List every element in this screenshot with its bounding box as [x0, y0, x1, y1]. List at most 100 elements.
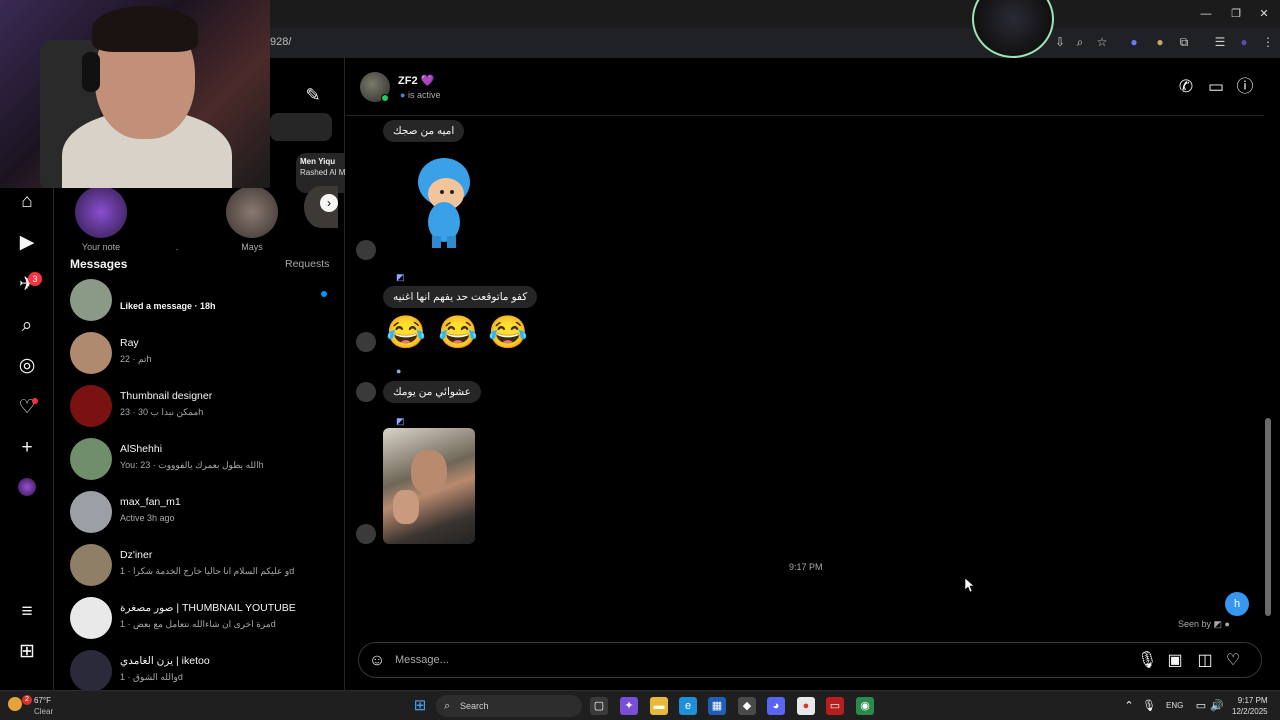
- explore-icon[interactable]: ◎: [15, 354, 39, 378]
- file-explorer-icon[interactable]: ▬: [650, 697, 668, 715]
- pocoyo-sticker[interactable]: [412, 154, 476, 250]
- home-icon[interactable]: ⌂: [15, 190, 39, 214]
- conversation-item[interactable]: صور مصغرة | THUMBNAIL YOUTUBE مرة اخرى ان…: [70, 595, 335, 643]
- conversation-item[interactable]: Thumbnail designer ممكن نبدا ب 30 · 23h: [70, 383, 335, 431]
- create-plus-icon[interactable]: +: [15, 436, 39, 460]
- conversation-item[interactable]: max_fan_m1 Active 3h ago: [70, 489, 335, 537]
- conversation-name: يزن الغامدي | iketoo: [120, 655, 210, 667]
- taskbar-search[interactable]: ⌕ Search: [436, 695, 582, 717]
- extensions-puzzle-icon[interactable]: ⧉: [1176, 34, 1192, 50]
- message-input[interactable]: [395, 651, 1095, 669]
- search-input[interactable]: [270, 113, 332, 141]
- profile-avatar-icon[interactable]: [15, 478, 39, 502]
- apps-grid-icon[interactable]: ⊞: [15, 640, 39, 664]
- task-view-icon[interactable]: ▢: [590, 697, 608, 715]
- notification-dot: [32, 398, 38, 404]
- minimize-icon[interactable]: —: [1198, 6, 1214, 22]
- sender-avatar[interactable]: [356, 332, 376, 352]
- install-app-icon[interactable]: ⇩: [1052, 34, 1068, 50]
- weather-icon[interactable]: [8, 697, 22, 711]
- bookmark-star-icon[interactable]: ☆: [1094, 34, 1110, 50]
- conversation-item[interactable]: Dz'iner و عليكم السلام انا حاليا خارج الخ…: [70, 542, 335, 590]
- image-upload-icon[interactable]: ▣: [1165, 651, 1185, 671]
- emoji-picker-icon[interactable]: ☺: [367, 651, 387, 671]
- scrollbar-thumb[interactable]: [1265, 418, 1271, 616]
- chrome-icon[interactable]: ●: [797, 697, 815, 715]
- heart-icon[interactable]: ♡: [1223, 651, 1243, 671]
- conversation-preview: ممكن نبدا ب 30 · 23h: [120, 407, 204, 417]
- phone-call-icon[interactable]: ✆: [1176, 77, 1196, 97]
- volume-icon[interactable]: 🔊: [1208, 697, 1226, 715]
- reaction-icon: ◩: [396, 416, 405, 426]
- sticker-icon[interactable]: ◫: [1195, 651, 1215, 671]
- note-subtitle: Rashed Al M: [300, 168, 345, 177]
- weather-condition: Clear: [34, 707, 54, 716]
- photo-message[interactable]: [383, 428, 475, 544]
- conversation-preview: و عليكم السلام انا حاليا خارج الخدمة شكر…: [120, 566, 295, 576]
- windows-start-icon[interactable]: ⊞: [411, 697, 429, 715]
- taskbar-search-label: Search: [460, 701, 489, 711]
- compose-icon[interactable]: ✎: [302, 84, 324, 106]
- received-message[interactable]: اميه من صجك: [383, 120, 465, 142]
- note-item[interactable]: Mays: [223, 186, 281, 252]
- reading-list-icon[interactable]: ☰: [1212, 34, 1228, 50]
- edge-icon[interactable]: e: [679, 697, 697, 715]
- extension-icon[interactable]: ●: [1126, 34, 1142, 50]
- zoom-icon[interactable]: ⌕: [1072, 34, 1088, 50]
- conversation-item[interactable]: يزن الغامدي | iketoo والله الشوق · 1d: [70, 648, 335, 696]
- app-icon[interactable]: ▭: [826, 697, 844, 715]
- note-item[interactable]: Your note: [72, 186, 130, 252]
- conversation-name: Dz'iner: [120, 549, 153, 561]
- chat-title[interactable]: ZF2 💜: [398, 74, 434, 87]
- emoji-laughing[interactable]: 😂: [488, 314, 528, 350]
- app-icon[interactable]: ◉: [856, 697, 874, 715]
- sent-message[interactable]: h: [1225, 592, 1249, 616]
- nav-rail: ⌂ ▶ ✈ 3 ⌕ ◎ ♡ + ≡ ⊞: [0, 188, 54, 690]
- app-icon[interactable]: ◆: [738, 697, 756, 715]
- weather-temperature[interactable]: 67°F: [34, 696, 51, 705]
- close-icon[interactable]: ✕: [1256, 6, 1272, 22]
- chat-status-text: is active: [407, 90, 441, 100]
- note-item[interactable]: .: [148, 186, 206, 252]
- received-message[interactable]: عشوائي من يومك: [383, 381, 481, 403]
- reaction-icon: ●: [396, 366, 402, 376]
- menu-icon[interactable]: ≡: [15, 600, 39, 624]
- sender-avatar[interactable]: [356, 240, 376, 260]
- active-status-dot: [381, 94, 389, 102]
- taskbar-clock[interactable]: 9:17 PM 12/2/2025: [1232, 695, 1268, 717]
- chevron-right-icon[interactable]: ›: [320, 194, 338, 212]
- search-icon[interactable]: ⌕: [15, 314, 39, 338]
- conversation-item[interactable]: Ray تم · 22h: [70, 330, 335, 378]
- sender-avatar[interactable]: [356, 382, 376, 402]
- conversation-name: Thumbnail designer: [120, 390, 213, 402]
- video-call-icon[interactable]: ▭: [1206, 77, 1226, 97]
- requests-link[interactable]: Requests: [285, 258, 329, 270]
- emoji-laughing[interactable]: 😂: [386, 314, 426, 350]
- conversation-item[interactable]: AlShehhi You: الله يطول بعمرك يالفوووت · …: [70, 436, 335, 484]
- info-icon[interactable]: ⓘ: [1235, 77, 1255, 97]
- conversation-preview: Active 3h ago: [120, 513, 175, 523]
- restore-icon[interactable]: ❐: [1228, 6, 1244, 22]
- language-indicator[interactable]: ENG: [1166, 701, 1183, 710]
- browser-menu-icon[interactable]: ⋮: [1260, 34, 1276, 50]
- copilot-icon[interactable]: ✦: [620, 697, 638, 715]
- tray-overflow-icon[interactable]: ⌃: [1120, 697, 1138, 715]
- extension-icon[interactable]: ●: [1152, 34, 1168, 50]
- sender-avatar[interactable]: [356, 524, 376, 544]
- store-icon[interactable]: ▦: [708, 697, 726, 715]
- webcam-overlay: [0, 0, 270, 188]
- discord-icon[interactable]: ◕: [767, 697, 785, 715]
- microphone-icon[interactable]: 🎙: [1140, 697, 1158, 715]
- address-bar[interactable]: 928/: [262, 32, 1042, 52]
- profile-avatar-icon[interactable]: ●: [1236, 34, 1252, 50]
- microphone-icon[interactable]: 🎙: [1137, 651, 1157, 671]
- conversation-item[interactable]: Liked a message · 18h: [70, 277, 335, 325]
- message-timestamp: 9:17 PM: [789, 562, 823, 572]
- emoji-laughing[interactable]: 😂: [438, 314, 478, 350]
- search-icon: ⌕: [444, 700, 451, 712]
- reaction-icon: ◩: [396, 272, 405, 282]
- reels-icon[interactable]: ▶: [15, 231, 39, 255]
- received-message[interactable]: كفو ماتوقعت حد يفهم انها اغنيه: [383, 286, 538, 308]
- note-avatar: [226, 186, 278, 238]
- conversation-avatar: [70, 438, 112, 480]
